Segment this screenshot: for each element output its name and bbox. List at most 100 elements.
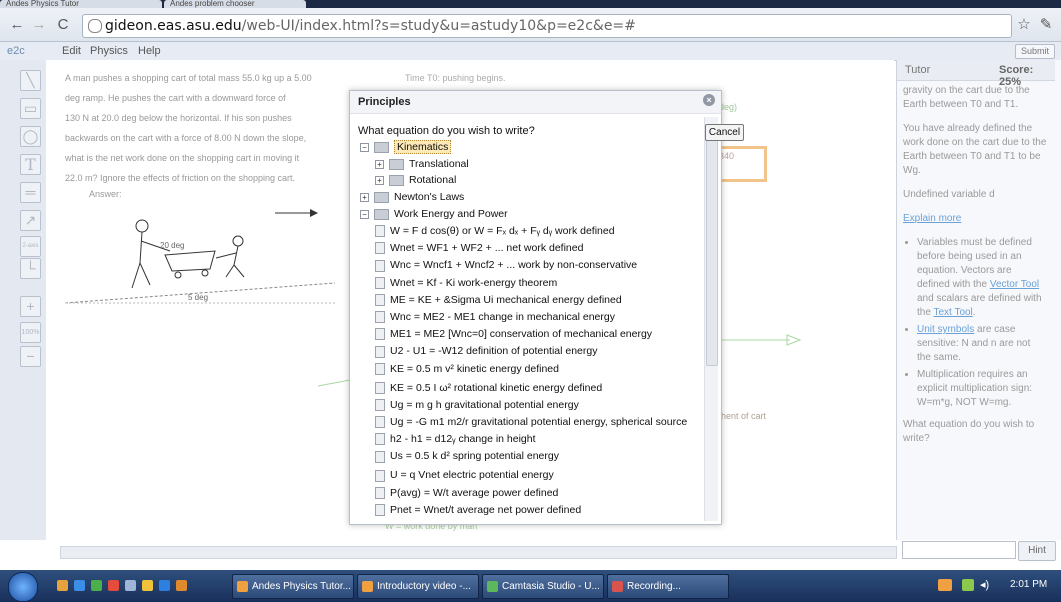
vector-tool-icon[interactable]: ↗	[20, 210, 41, 231]
tree-node-kinematics[interactable]: − Kinematics	[360, 139, 452, 155]
tree-node-equation[interactable]: Ug = m g h gravitational potential energ…	[375, 397, 579, 413]
equation-doc-icon	[375, 469, 385, 482]
task-camtasia[interactable]: Camtasia Studio - U...	[482, 574, 604, 599]
equation-tool-icon[interactable]: ═	[20, 182, 41, 203]
dialog-scrollbar-thumb[interactable]	[706, 129, 718, 366]
tree-node-equation[interactable]: Ug = -G m1 m2/r gravitational potential …	[375, 414, 687, 430]
tree-node-equation[interactable]: ME = KE + &Sigma Ui mechanical energy de…	[375, 292, 622, 308]
tree-node-equation[interactable]: Pnet = Wnet/t average net power defined	[375, 502, 581, 518]
tree-label: Kinematics	[394, 140, 452, 154]
clock: 2:01 PM	[1010, 579, 1048, 590]
tree-node-equation[interactable]: Wnc = Wncf1 + Wncf2 + ... work by non-co…	[375, 257, 637, 273]
task-video[interactable]: Introductory video -...	[357, 574, 479, 599]
tree-node-equation[interactable]: W = F d cos(θ) or W = Fₓ dₓ + Fᵧ dᵧ work…	[375, 223, 615, 239]
tree-node-equation[interactable]: KE = 0.5 I ω² rotational kinetic energy …	[375, 380, 602, 396]
tree-node-equation[interactable]: U = q Vnet electric potential energy	[375, 467, 554, 483]
browser-tab-strip: Andes Physics Tutor Andes problem choose…	[0, 0, 1061, 8]
tree-node-work-energy[interactable]: − Work Energy and Power	[360, 206, 508, 222]
answer-label: Answer:	[89, 189, 122, 199]
tree-node-translational[interactable]: + Translational	[375, 156, 469, 172]
task-recording[interactable]: Recording...	[607, 574, 729, 599]
app-icon[interactable]	[176, 580, 187, 591]
browser-tab-chooser[interactable]: Andes problem chooser	[164, 0, 306, 8]
back-icon[interactable]: ←	[8, 16, 26, 34]
line-tool-icon[interactable]: ╲	[20, 70, 41, 91]
equation-doc-icon	[375, 294, 385, 307]
expand-icon[interactable]: +	[375, 159, 384, 169]
menu-physics[interactable]: Physics	[90, 45, 128, 57]
collapse-icon[interactable]: −	[360, 142, 369, 152]
tree-node-equation[interactable]: P(avg) = W/t average power defined	[375, 485, 558, 501]
forward-icon[interactable]: →	[30, 16, 48, 34]
cancel-button[interactable]: Cancel	[705, 124, 744, 141]
network-icon[interactable]	[962, 579, 974, 591]
close-icon[interactable]: ×	[703, 94, 715, 106]
menu-help[interactable]: Help	[138, 45, 161, 57]
expand-icon[interactable]: +	[375, 175, 384, 185]
reload-icon[interactable]: C	[54, 16, 72, 34]
expand-icon[interactable]: +	[360, 192, 369, 202]
tree-node-newtons-laws[interactable]: + Newton's Laws	[360, 189, 464, 205]
equation-doc-icon	[375, 311, 385, 324]
axes-2-tool[interactable]: 2-axis	[20, 236, 41, 257]
tree-node-equation[interactable]: ME1 = ME2 [Wnc=0] conservation of mechan…	[375, 326, 652, 342]
tree-node-equation[interactable]: Us = 0.5 k d² spring potential energy	[375, 448, 559, 464]
app-icon[interactable]	[108, 580, 119, 591]
chrome-icon	[237, 580, 248, 592]
zoom-in-icon[interactable]: +	[20, 296, 41, 317]
explain-more-link[interactable]: Explain more	[903, 213, 961, 224]
tree-node-equation[interactable]: Wnet = WF1 + WF2 + ... net work defined	[375, 240, 583, 256]
dialog-question: What equation do you wish to write?	[358, 125, 535, 137]
menu-edit[interactable]: Edit	[62, 45, 81, 57]
equation-label: Wnet = Kf - Ki work-energy theorem	[390, 276, 558, 289]
text-tool-link[interactable]: Text Tool	[934, 307, 973, 318]
equation-doc-icon	[375, 276, 385, 289]
submit-button[interactable]: Submit	[1014, 44, 1055, 59]
ie-icon[interactable]	[74, 580, 85, 591]
folder-icon	[389, 174, 404, 186]
ellipse-tool-icon[interactable]: ◯	[20, 126, 41, 147]
canvas-horizontal-scrollbar[interactable]	[60, 546, 897, 559]
ghost-vector-arrow	[715, 334, 802, 346]
zoom-out-icon[interactable]: −	[20, 346, 41, 367]
zoom-level[interactable]: 100%	[20, 322, 41, 343]
bookmark-star-icon[interactable]: ☆	[1015, 16, 1033, 34]
collapse-icon[interactable]: −	[360, 209, 369, 219]
quicklaunch-icon[interactable]	[57, 580, 68, 591]
browser-tab-andes[interactable]: Andes Physics Tutor	[0, 0, 162, 8]
tree-label: Work Energy and Power	[394, 208, 508, 220]
address-bar[interactable]: gideon.eas.asu.edu/web-UI/index.html?s=s…	[82, 14, 1012, 38]
chrome-icon	[362, 580, 373, 592]
angle-push-label: 20 deg	[160, 241, 184, 250]
text-tool-icon[interactable]: T	[20, 154, 41, 175]
task-label: Recording...	[627, 581, 681, 592]
equation-label: Us = 0.5 k d² spring potential energy	[390, 450, 559, 463]
media-icon[interactable]	[91, 580, 102, 591]
volume-icon[interactable]: ◂)	[980, 578, 989, 591]
rectangle-tool-icon[interactable]: ▭	[20, 98, 41, 119]
angle-ramp-label: 5 deg	[188, 293, 208, 302]
hint-button[interactable]: Hint	[1018, 541, 1056, 561]
hint-input[interactable]	[902, 541, 1016, 559]
axes-tool-icon[interactable]: └	[20, 258, 41, 279]
start-button[interactable]	[8, 572, 38, 602]
tree-node-equation[interactable]: Wnc = ME2 - ME1 change in mechanical ene…	[375, 309, 615, 325]
task-andes[interactable]: Andes Physics Tutor...	[232, 574, 354, 599]
app-icon[interactable]	[159, 580, 170, 591]
app-menubar: e2c Edit Physics Help Submit	[0, 42, 1061, 61]
tree-label: Rotational	[409, 174, 457, 186]
task-label: Andes Physics Tutor...	[252, 581, 351, 592]
tree-node-equation[interactable]: KE = 0.5 m v² kinetic energy defined	[375, 361, 559, 377]
unit-symbols-link[interactable]: Unit symbols	[917, 324, 974, 335]
vector-tool-link[interactable]: Vector Tool	[990, 279, 1039, 290]
tree-node-equation[interactable]: h2 - h1 = d12ᵧ change in height	[375, 431, 536, 447]
tray-icon[interactable]	[938, 579, 952, 591]
tree-node-equation[interactable]: U2 - U1 = -W12 definition of potential e…	[375, 343, 598, 359]
equation-label: Pnet = Wnet/t average net power defined	[390, 503, 582, 516]
app-icon[interactable]	[125, 580, 136, 591]
tree-node-rotational[interactable]: + Rotational	[375, 172, 456, 188]
app-icon[interactable]	[142, 580, 153, 591]
wrench-icon[interactable]: ✎	[1037, 16, 1055, 34]
tree-node-equation[interactable]: Wnet = Kf - Ki work-energy theorem	[375, 275, 557, 291]
tree-node-equation[interactable]: P = F v cos(θ) or P = Fₓ vₓ + Fᵧ vᵧ inst…	[375, 519, 644, 521]
